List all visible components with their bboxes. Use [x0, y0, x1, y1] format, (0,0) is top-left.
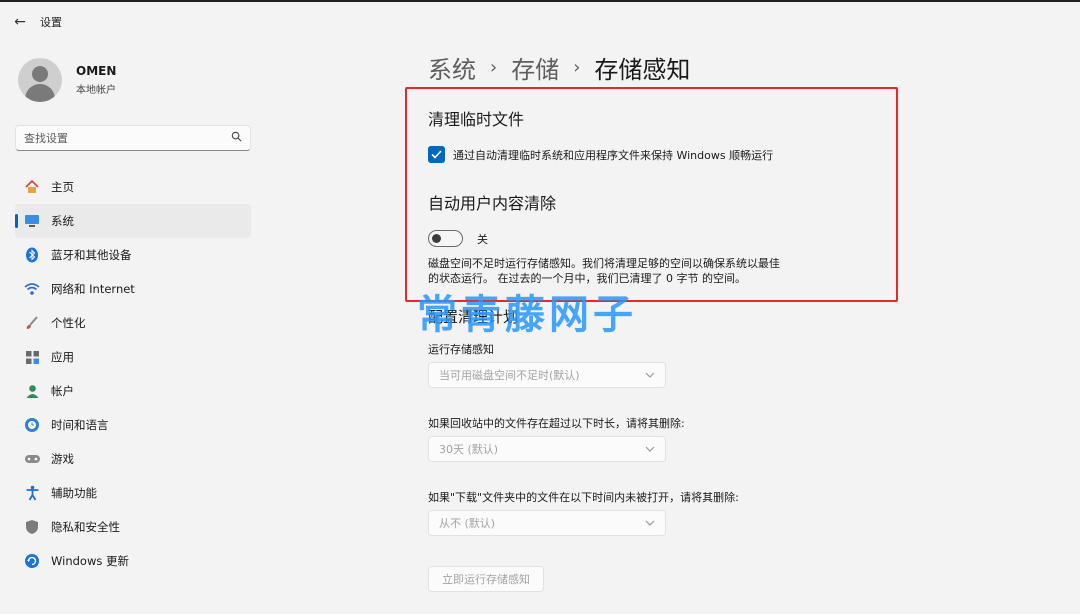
- breadcrumb: 系统 › 存储 › 存储感知: [428, 50, 690, 85]
- auto-cleanup-title: 自动用户内容清除: [428, 194, 557, 213]
- breadcrumb-system[interactable]: 系统: [428, 50, 476, 85]
- bluetooth-icon: [23, 246, 41, 264]
- search-input[interactable]: [24, 131, 231, 145]
- update-icon: [23, 552, 41, 570]
- monitor-icon: [23, 212, 41, 230]
- sidebar-item-network[interactable]: 网络和 Internet: [15, 272, 251, 306]
- back-arrow-icon: ←: [14, 14, 26, 30]
- avatar: [18, 58, 62, 102]
- search-box[interactable]: [15, 125, 251, 151]
- shield-icon: [23, 518, 41, 536]
- sidebar-nav: 主页 系统 蓝牙和其他设备 网络和 Internet 个性化 应用 帐户 时间和…: [15, 170, 251, 578]
- page-title: 存储感知: [594, 56, 691, 84]
- cleanup-temp-checkbox-label: 通过自动清理临时系统和应用程序文件来保持 Windows 顺畅运行: [453, 148, 774, 162]
- sidebar-item-windows-update[interactable]: Windows 更新: [15, 544, 251, 578]
- settings-window: ← 设置 OMEN 本地帐户 主页 系统: [0, 0, 1080, 614]
- sidebar-item-accounts[interactable]: 帐户: [15, 374, 251, 408]
- cleanup-temp-title: 清理临时文件: [428, 110, 525, 129]
- chevron-right-icon: ›: [490, 57, 498, 78]
- sidebar-item-bluetooth[interactable]: 蓝牙和其他设备: [15, 238, 251, 272]
- auto-cleanup-toggle[interactable]: [428, 230, 463, 247]
- breadcrumb-storage[interactable]: 存储: [511, 50, 559, 85]
- brush-icon: [23, 314, 41, 332]
- recycle-bin-dropdown[interactable]: 30天 (默认): [428, 436, 666, 462]
- title-bar: ← 设置: [0, 4, 1080, 40]
- search-icon[interactable]: [231, 131, 242, 145]
- chevron-right-icon: ›: [573, 57, 581, 78]
- run-storage-sense-label: 运行存储感知: [428, 343, 494, 356]
- sidebar-item-gaming[interactable]: 游戏: [15, 442, 251, 476]
- person-icon: [23, 382, 41, 400]
- recycle-bin-label: 如果回收站中的文件存在超过以下时长，请将其删除:: [428, 417, 685, 430]
- sidebar-item-personalization[interactable]: 个性化: [15, 306, 251, 340]
- auto-cleanup-toggle-row[interactable]: 关: [428, 230, 488, 247]
- globe-clock-icon: [23, 416, 41, 434]
- chevron-down-icon: [645, 518, 655, 529]
- cleanup-temp-checkbox-row[interactable]: 通过自动清理临时系统和应用程序文件来保持 Windows 顺畅运行: [428, 146, 773, 163]
- watermark-text: 常青藤网子: [417, 292, 637, 338]
- app-title: 设置: [40, 16, 62, 29]
- run-now-button[interactable]: 立即运行存储感知: [428, 566, 544, 592]
- back-button[interactable]: ←: [0, 4, 40, 40]
- user-profile[interactable]: OMEN 本地帐户: [18, 58, 116, 102]
- accessibility-icon: [23, 484, 41, 502]
- downloads-label: 如果"下载"文件夹中的文件在以下时间内未被打开，请将其删除:: [428, 491, 739, 504]
- gamepad-icon: [23, 450, 41, 468]
- user-account-type: 本地帐户: [76, 85, 116, 96]
- wifi-icon: [23, 280, 41, 298]
- run-storage-sense-dropdown[interactable]: 当可用磁盘空间不足时(默认): [428, 362, 666, 388]
- sidebar-item-time-language[interactable]: 时间和语言: [15, 408, 251, 442]
- sidebar-item-system[interactable]: 系统: [15, 204, 251, 238]
- sidebar-item-home[interactable]: 主页: [15, 170, 251, 204]
- cleanup-temp-checkbox[interactable]: [428, 146, 445, 163]
- auto-cleanup-toggle-label: 关: [477, 232, 488, 246]
- apps-icon: [23, 348, 41, 366]
- home-icon: [23, 178, 41, 196]
- chevron-down-icon: [645, 370, 655, 381]
- sidebar-item-apps[interactable]: 应用: [15, 340, 251, 374]
- chevron-down-icon: [645, 444, 655, 455]
- downloads-dropdown[interactable]: 从不 (默认): [428, 510, 666, 536]
- sidebar-item-accessibility[interactable]: 辅助功能: [15, 476, 251, 510]
- sidebar-item-privacy[interactable]: 隐私和安全性: [15, 510, 251, 544]
- user-name: OMEN: [76, 64, 117, 78]
- checkmark-icon: [431, 150, 442, 159]
